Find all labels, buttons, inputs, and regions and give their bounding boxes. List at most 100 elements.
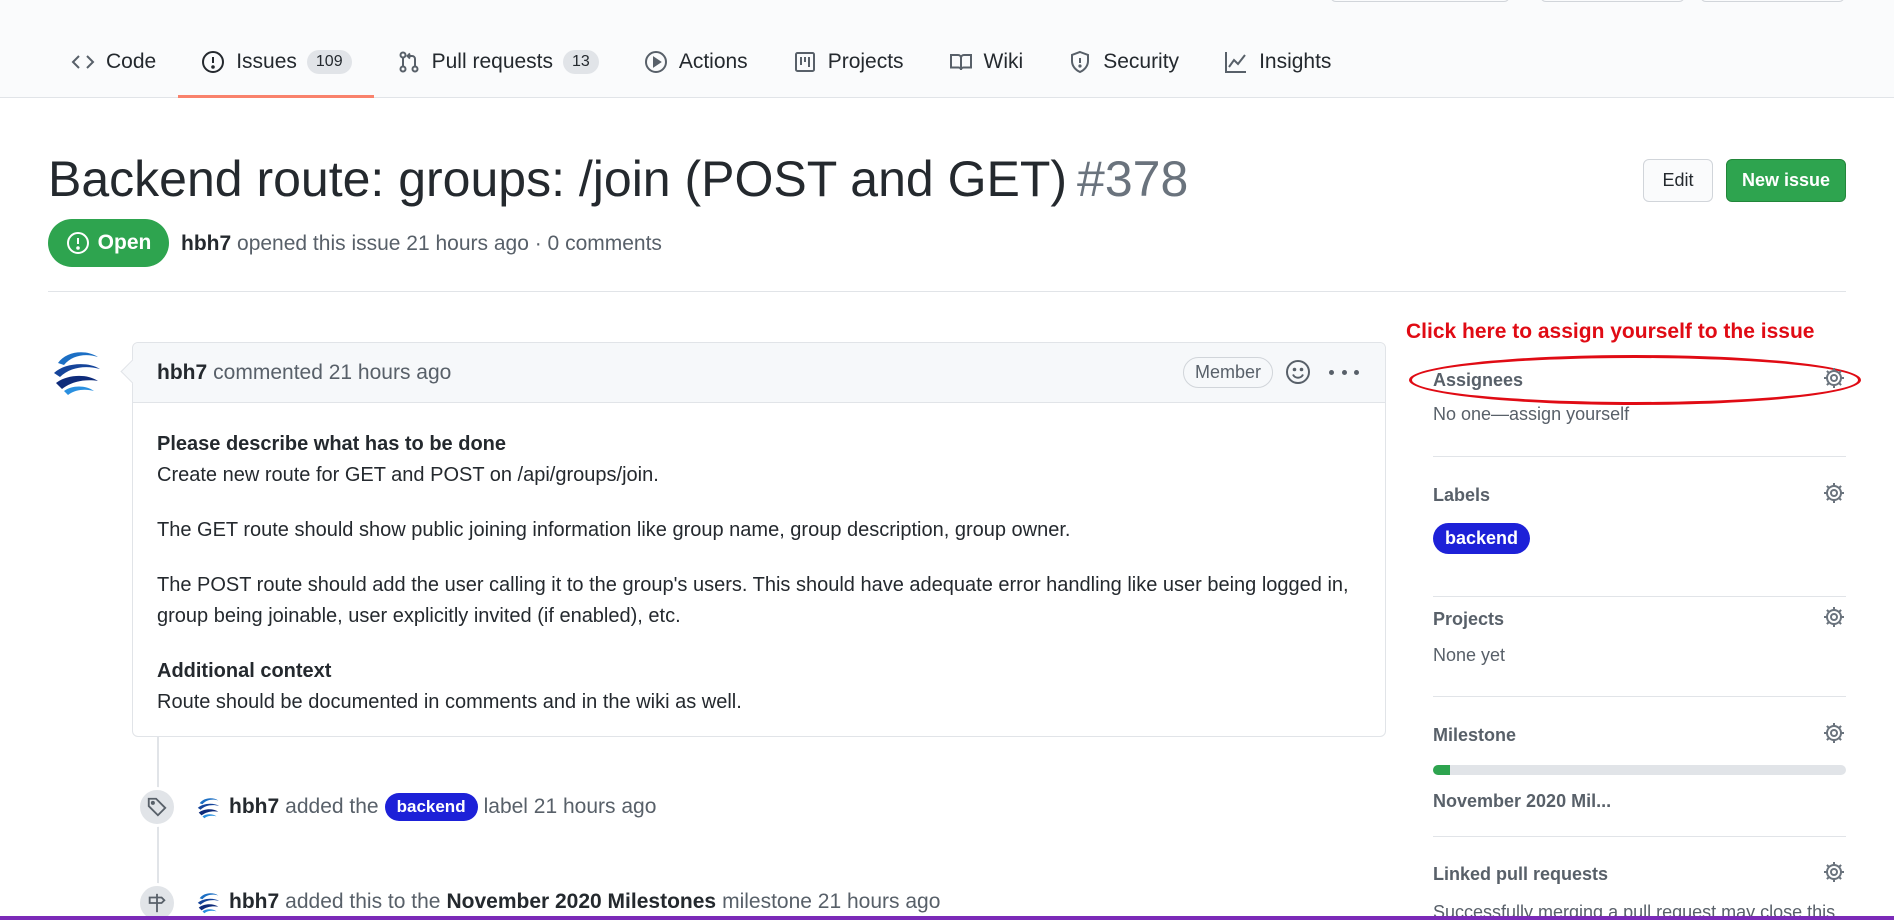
event-text: label 21 hours ago bbox=[483, 795, 657, 818]
pull-requests-count-badge: 13 bbox=[563, 50, 599, 74]
sidebar-title: Labels bbox=[1433, 484, 1491, 505]
graph-icon bbox=[1223, 49, 1249, 75]
tab-pull-requests[interactable]: Pull requests 13 bbox=[374, 36, 621, 88]
issue-opened-icon bbox=[200, 49, 226, 75]
tab-code[interactable]: Code bbox=[48, 36, 178, 88]
tag-icon bbox=[137, 787, 177, 827]
event-text: milestone 21 hours ago bbox=[722, 890, 941, 913]
issue-author-link[interactable]: hbh7 bbox=[181, 232, 231, 255]
projects-value: None yet bbox=[1433, 645, 1506, 665]
tab-issues[interactable]: Issues 109 bbox=[178, 36, 375, 98]
edit-button[interactable]: Edit bbox=[1643, 159, 1713, 202]
issue-opened-icon bbox=[66, 232, 89, 254]
milestone-progress-fill bbox=[1433, 765, 1450, 775]
label-backend[interactable]: backend bbox=[1433, 523, 1531, 554]
tab-label: Actions bbox=[678, 50, 748, 73]
event-text: added this to the bbox=[285, 890, 441, 913]
event-text: added the bbox=[285, 795, 379, 818]
avatar[interactable] bbox=[195, 888, 223, 916]
comment-paragraph: The GET route should show public joining… bbox=[157, 519, 1071, 541]
gear-icon[interactable] bbox=[1822, 860, 1846, 889]
star-button[interactable] bbox=[1540, 0, 1685, 2]
shield-icon bbox=[1067, 49, 1093, 75]
label-backend[interactable]: backend bbox=[384, 793, 478, 821]
comment-paragraph: The POST route should add the user calli… bbox=[157, 574, 1349, 627]
issue-number: #378 bbox=[1077, 151, 1189, 207]
member-badge: Member bbox=[1182, 357, 1273, 388]
projects-header[interactable]: Projects bbox=[1433, 605, 1846, 633]
book-icon bbox=[948, 49, 974, 75]
gear-icon[interactable] bbox=[1822, 366, 1846, 395]
sidebar-title: Assignees bbox=[1433, 369, 1524, 390]
sidebar-milestone: Milestone November 2020 Mil... bbox=[1433, 721, 1846, 837]
comment-header: hbh7 commented 21 hours ago Member bbox=[133, 343, 1385, 403]
issue-state-label: Open bbox=[97, 231, 152, 254]
repo-tabs: Code Issues 109 Pull requests 13 Actions… bbox=[48, 36, 1353, 98]
tab-wiki[interactable]: Wiki bbox=[926, 36, 1046, 88]
issue-title-text: Backend route: groups: /join (POST and G… bbox=[48, 151, 1068, 207]
comment-body: Please describe what has to be done Crea… bbox=[133, 403, 1385, 718]
issue-state-badge: Open bbox=[48, 219, 169, 267]
milestone-link[interactable]: November 2020 Mil... bbox=[1433, 791, 1846, 812]
tab-security[interactable]: Security bbox=[1045, 36, 1201, 88]
window-bottom-border bbox=[0, 916, 1894, 920]
tab-label: Projects bbox=[827, 50, 904, 73]
tab-actions[interactable]: Actions bbox=[621, 36, 770, 88]
sidebar-title: Milestone bbox=[1433, 724, 1517, 745]
comment-paragraph: Create new route for GET and POST on /ap… bbox=[157, 464, 659, 486]
sidebar-linked-prs: Linked pull requests Successfully mergin… bbox=[1433, 860, 1846, 920]
gear-icon[interactable] bbox=[1822, 605, 1846, 634]
tab-label: Code bbox=[106, 50, 157, 73]
play-icon bbox=[643, 49, 669, 75]
milestone-icon bbox=[137, 883, 177, 920]
comment-meta[interactable]: commented 21 hours ago bbox=[213, 361, 451, 385]
avatar[interactable] bbox=[48, 341, 108, 401]
sidebar-labels: Labels backend bbox=[1433, 481, 1846, 597]
comment-heading: Additional context bbox=[157, 660, 332, 682]
timeline-label-event: hbh7 added the backend label 21 hours ag… bbox=[195, 793, 656, 821]
avatar[interactable] bbox=[195, 793, 223, 821]
labels-header[interactable]: Labels bbox=[1433, 481, 1846, 509]
header-divider bbox=[48, 291, 1846, 292]
code-icon bbox=[70, 49, 96, 75]
issue-meta-text: opened this issue 21 hours ago · 0 comme… bbox=[237, 232, 662, 255]
comment-heading: Please describe what has to be done bbox=[157, 433, 507, 455]
tab-label: Security bbox=[1103, 50, 1180, 73]
smiley-icon[interactable] bbox=[1285, 359, 1311, 385]
sidebar-assignees: Assignees No one—assign yourself bbox=[1433, 366, 1846, 457]
tab-label: Wiki bbox=[983, 50, 1024, 73]
issues-count-badge: 109 bbox=[306, 50, 352, 74]
gear-icon[interactable] bbox=[1822, 481, 1846, 510]
event-author-link[interactable]: hbh7 bbox=[229, 890, 279, 914]
milestone-header[interactable]: Milestone bbox=[1433, 721, 1846, 749]
tab-label: Issues bbox=[236, 50, 297, 73]
new-issue-button[interactable]: New issue bbox=[1726, 159, 1846, 202]
tab-insights[interactable]: Insights bbox=[1201, 36, 1353, 88]
repo-navigation: Code Issues 109 Pull requests 13 Actions… bbox=[0, 0, 1894, 98]
assignees-header[interactable]: Assignees bbox=[1433, 366, 1846, 394]
sidebar-title: Linked pull requests bbox=[1433, 863, 1609, 884]
comment-paragraph: Route should be documented in comments a… bbox=[157, 691, 742, 713]
kebab-horizontal-icon[interactable] bbox=[1329, 359, 1359, 385]
tab-projects[interactable]: Projects bbox=[770, 36, 926, 88]
project-icon bbox=[792, 49, 818, 75]
gear-icon[interactable] bbox=[1822, 721, 1846, 750]
tab-label: Insights bbox=[1259, 50, 1332, 73]
sidebar-title: Projects bbox=[1433, 608, 1505, 629]
timeline-milestone-event: hbh7 added this to the November 2020 Mil… bbox=[195, 888, 940, 916]
fork-button[interactable] bbox=[1700, 0, 1845, 2]
watch-button[interactable] bbox=[1330, 0, 1510, 2]
comment-author-link[interactable]: hbh7 bbox=[157, 361, 207, 385]
annotation-text: Click here to assign yourself to the iss… bbox=[1406, 320, 1815, 343]
milestone-progress-bar bbox=[1433, 765, 1846, 775]
event-author-link[interactable]: hbh7 bbox=[229, 795, 279, 819]
git-pull-request-icon bbox=[396, 49, 422, 75]
issue-comment: hbh7 commented 21 hours ago Member Pleas… bbox=[132, 342, 1386, 737]
tab-label: Pull requests bbox=[431, 50, 554, 73]
issue-title: Backend route: groups: /join (POST and G… bbox=[48, 150, 1188, 208]
sidebar-projects: Projects None yet bbox=[1433, 605, 1846, 697]
linked-prs-header[interactable]: Linked pull requests bbox=[1433, 860, 1846, 888]
assign-yourself-link[interactable]: No one—assign yourself bbox=[1433, 404, 1846, 425]
issue-meta: hbh7 opened this issue 21 hours ago · 0 … bbox=[181, 232, 662, 256]
milestone-link[interactable]: November 2020 Milestones bbox=[446, 890, 716, 914]
